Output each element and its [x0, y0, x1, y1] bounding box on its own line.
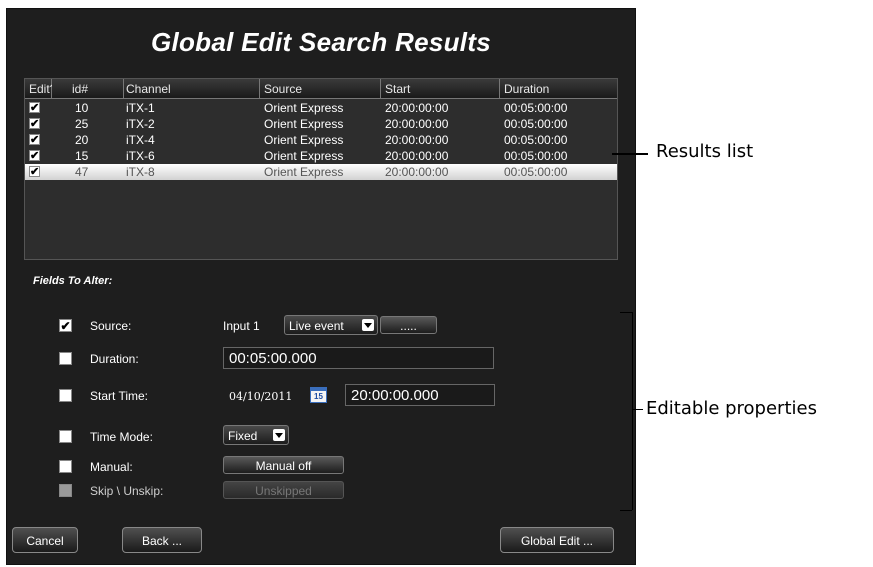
manual-label: Manual: — [90, 460, 133, 474]
calendar-icon[interactable]: 15 — [310, 387, 327, 403]
duration-input[interactable]: 00:05:00.000 — [223, 347, 494, 369]
row-start: 20:00:00:00 — [385, 133, 449, 147]
table-row[interactable]: ✔ 10 iTX-1 Orient Express 20:00:00:00 00… — [25, 100, 617, 116]
cancel-button[interactable]: Cancel — [12, 527, 78, 553]
row-start: 20:00:00:00 — [385, 165, 449, 179]
row-duration: 00:05:00:00 — [504, 133, 568, 147]
column-header-source[interactable]: Source — [260, 79, 381, 99]
chevron-down-icon — [273, 429, 285, 441]
row-id: 20 — [75, 133, 89, 147]
duration-checkbox[interactable] — [59, 352, 72, 365]
manual-checkbox[interactable] — [59, 460, 72, 473]
skip-toggle-button[interactable]: Unskipped — [223, 481, 344, 499]
column-header-edit[interactable]: Edit? — [25, 79, 56, 99]
start-date-value[interactable]: 04/10/2011 — [229, 390, 292, 403]
source-browse-button[interactable]: ..... — [380, 316, 437, 334]
source-checkbox[interactable]: ✔ — [59, 319, 72, 332]
row-source: Orient Express — [264, 165, 344, 179]
global-edit-button[interactable]: Global Edit ... — [500, 527, 614, 553]
row-id: 25 — [75, 117, 89, 131]
time-mode-dropdown-value: Fixed — [228, 429, 258, 443]
editable-properties-annotation: Editable properties — [646, 398, 817, 419]
row-source: Orient Express — [264, 149, 344, 163]
row-channel: iTX-6 — [126, 149, 155, 163]
table-row[interactable]: ✔ 20 iTX-4 Orient Express 20:00:00:00 00… — [25, 132, 617, 148]
start-time-input[interactable]: 20:00:00.000 — [345, 384, 495, 406]
chevron-down-icon — [362, 319, 374, 331]
column-header-channel[interactable]: Channel — [124, 79, 260, 99]
row-id: 15 — [75, 149, 89, 163]
row-edit-checkbox[interactable]: ✔ — [29, 166, 40, 178]
row-channel: iTX-1 — [126, 101, 155, 115]
skip-label: Skip \ Unskip: — [90, 484, 164, 498]
table-row[interactable]: ✔ 15 iTX-6 Orient Express 20:00:00:00 00… — [25, 148, 617, 164]
row-id: 10 — [75, 101, 89, 115]
table-row-selected[interactable]: ✔ 47 iTX-8 Orient Express 20:00:00:00 00… — [25, 164, 617, 180]
row-channel: iTX-2 — [126, 117, 155, 131]
results-table: Edit? id# Channel Source Start Duration … — [24, 78, 618, 260]
column-header-start[interactable]: Start — [381, 79, 500, 99]
source-dropdown-value: Live event — [289, 319, 344, 333]
global-edit-dialog: Global Edit Search Results Edit? id# Cha… — [6, 8, 636, 565]
row-edit-checkbox[interactable]: ✔ — [29, 150, 40, 162]
row-edit-checkbox[interactable]: ✔ — [29, 102, 40, 114]
source-input-label: Input 1 — [223, 319, 260, 333]
row-start: 20:00:00:00 — [385, 117, 449, 131]
row-duration: 00:05:00:00 — [504, 117, 568, 131]
back-button[interactable]: Back ... — [122, 527, 202, 553]
start-time-checkbox[interactable] — [59, 389, 72, 402]
manual-toggle-button[interactable]: Manual off — [223, 456, 344, 474]
bracket-pointer — [633, 409, 643, 410]
column-header-id[interactable]: id# — [52, 79, 124, 99]
row-duration: 00:05:00:00 — [504, 101, 568, 115]
row-start: 20:00:00:00 — [385, 101, 449, 115]
row-channel: iTX-8 — [126, 165, 155, 179]
row-id: 47 — [75, 165, 89, 179]
bracket-bottom — [620, 510, 632, 511]
row-edit-checkbox[interactable]: ✔ — [29, 118, 40, 130]
row-channel: iTX-4 — [126, 133, 155, 147]
bracket-top — [620, 312, 632, 313]
time-mode-checkbox[interactable] — [59, 430, 72, 443]
start-time-label: Start Time: — [90, 389, 149, 403]
fields-to-alter-heading: Fields To Alter: — [33, 275, 113, 287]
results-list-annotation: Results list — [656, 141, 754, 162]
bracket-vertical — [632, 312, 633, 510]
table-header: Edit? id# Channel Source Start Duration — [25, 79, 617, 99]
source-label: Source: — [90, 319, 132, 333]
time-mode-label: Time Mode: — [90, 430, 153, 444]
skip-checkbox[interactable] — [59, 484, 72, 497]
row-start: 20:00:00:00 — [385, 149, 449, 163]
table-row[interactable]: ✔ 25 iTX-2 Orient Express 20:00:00:00 00… — [25, 116, 617, 132]
row-source: Orient Express — [264, 117, 344, 131]
duration-label: Duration: — [90, 352, 139, 366]
time-mode-dropdown[interactable]: Fixed — [223, 425, 289, 445]
row-duration: 00:05:00:00 — [504, 149, 568, 163]
row-source: Orient Express — [264, 101, 344, 115]
dialog-title: Global Edit Search Results — [150, 27, 492, 57]
row-source: Orient Express — [264, 133, 344, 147]
row-edit-checkbox[interactable]: ✔ — [29, 134, 40, 146]
source-dropdown[interactable]: Live event — [284, 315, 378, 335]
row-duration: 00:05:00:00 — [504, 165, 568, 179]
results-callout-line — [612, 153, 648, 155]
column-header-duration[interactable]: Duration — [500, 79, 617, 99]
